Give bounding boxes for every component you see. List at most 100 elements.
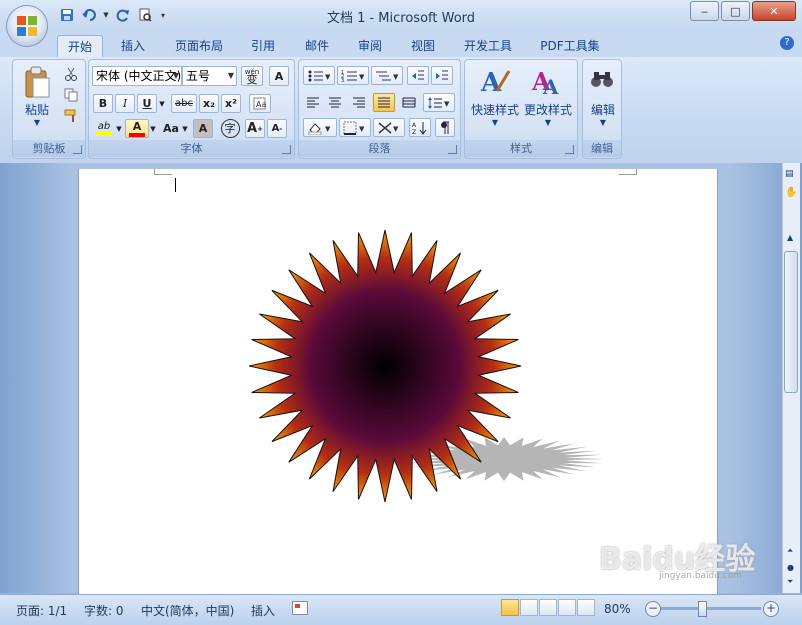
borders-icon[interactable]: ▼ <box>339 118 371 137</box>
pan-hand-icon[interactable]: ✋ <box>785 187 797 198</box>
justify-icon[interactable] <box>373 93 395 112</box>
change-styles-icon[interactable]: AA <box>531 64 563 98</box>
format-painter-icon[interactable] <box>61 106 81 125</box>
chinese-layout-icon[interactable]: ▼ <box>373 118 405 137</box>
italic-button[interactable]: I <box>115 94 135 113</box>
underline-dropdown-icon[interactable]: ▼ <box>157 94 167 113</box>
change-styles-button[interactable]: 更改样式 <box>521 101 575 118</box>
clear-formatting-icon[interactable]: Aa <box>249 94 271 113</box>
ruler-toggle-icon[interactable]: ▤ <box>785 169 794 179</box>
cut-icon[interactable] <box>61 64 81 83</box>
starburst-shape[interactable] <box>249 229 669 529</box>
font-dialog-launcher[interactable] <box>282 145 291 154</box>
font-color-label: A <box>132 119 142 133</box>
macro-record-icon[interactable] <box>292 601 308 615</box>
change-case-button[interactable]: Aa <box>159 119 183 138</box>
status-insert-mode[interactable]: 插入 <box>251 602 275 619</box>
svg-text:Aa: Aa <box>256 100 266 109</box>
paste-icon[interactable] <box>21 64 51 100</box>
tab-mailings[interactable]: 邮件 <box>294 35 340 57</box>
scroll-up-icon[interactable]: ▲ <box>787 233 793 242</box>
quick-styles-dropdown-icon[interactable]: ▼ <box>469 118 521 127</box>
tab-references[interactable]: 引用 <box>242 35 284 57</box>
font-size-combo[interactable]: 五号 ▼ <box>182 66 237 86</box>
maximize-button[interactable]: □ <box>721 1 750 21</box>
shrink-font-button[interactable]: A- <box>267 119 287 138</box>
status-language[interactable]: 中文(简体，中国) <box>141 602 234 619</box>
numbering-icon[interactable]: 1 2 3 ▼ <box>337 66 369 85</box>
align-left-icon[interactable] <box>303 93 323 112</box>
font-color-button[interactable]: A <box>125 119 149 138</box>
scrollbar-thumb[interactable] <box>784 251 798 393</box>
bold-button[interactable]: B <box>93 94 113 113</box>
sort-icon[interactable]: AZ <box>409 118 431 137</box>
align-right-icon[interactable] <box>349 93 369 112</box>
clipboard-dialog-launcher[interactable] <box>73 145 82 154</box>
help-icon[interactable]: ? <box>780 36 794 50</box>
highlight-dropdown-icon[interactable]: ▼ <box>115 119 123 138</box>
text-highlight-button[interactable]: ab <box>93 119 115 138</box>
document-page[interactable]: Baidu经验 jingyan.baidu.com <box>78 169 755 599</box>
strikethrough-button[interactable]: abc <box>171 94 197 113</box>
paragraph-dialog-launcher[interactable] <box>448 145 457 154</box>
superscript-button[interactable]: x² <box>221 94 241 113</box>
font-name-dropdown-icon[interactable]: ▼ <box>173 67 179 85</box>
draft-view-icon[interactable] <box>577 599 595 616</box>
close-button[interactable]: ✕ <box>752 1 796 21</box>
tab-home[interactable]: 开始 <box>57 35 103 58</box>
tab-view[interactable]: 视图 <box>401 35 445 57</box>
grow-font-button[interactable]: A + <box>245 119 265 138</box>
editing-button[interactable]: 编辑 <box>583 101 623 118</box>
decrease-indent-icon[interactable] <box>407 66 429 85</box>
binoculars-icon[interactable] <box>588 64 616 94</box>
minimize-button[interactable]: ‒ <box>690 1 719 21</box>
outline-view-icon[interactable] <box>558 599 576 616</box>
copy-icon[interactable] <box>61 85 81 104</box>
paste-dropdown-icon[interactable]: ▼ <box>19 118 55 127</box>
vertical-scrollbar[interactable]: ▤ ✋ ▲ ⏶ ● ⏷ <box>782 163 800 593</box>
bullets-icon[interactable]: ▼ <box>303 66 335 85</box>
tab-developer[interactable]: 开发工具 <box>455 35 521 57</box>
zoom-level[interactable]: 80% <box>604 602 631 616</box>
multilevel-list-icon[interactable]: ▼ <box>371 66 403 85</box>
distributed-icon[interactable] <box>399 93 419 112</box>
character-shading-button[interactable]: A <box>193 119 213 138</box>
zoom-slider-track[interactable] <box>661 607 761 610</box>
editing-dropdown-icon[interactable]: ▼ <box>583 118 623 127</box>
show-marks-icon[interactable] <box>435 118 455 137</box>
styles-dialog-launcher[interactable] <box>565 145 574 154</box>
shading-icon[interactable]: ▼ <box>303 118 337 137</box>
zoom-slider-knob[interactable] <box>698 601 707 617</box>
next-page-icon[interactable]: ⏷ <box>787 577 793 587</box>
font-name-combo[interactable]: 宋体 (中文正文) ▼ <box>92 66 182 86</box>
web-layout-icon[interactable] <box>539 599 557 616</box>
change-styles-dropdown-icon[interactable]: ▼ <box>521 118 575 127</box>
character-border-button[interactable]: A <box>269 66 289 86</box>
font-size-dropdown-icon[interactable]: ▼ <box>228 67 234 85</box>
tab-pdf-tools[interactable]: PDF工具集 <box>530 35 610 57</box>
align-center-icon[interactable] <box>325 93 345 112</box>
full-screen-reading-icon[interactable] <box>520 599 538 616</box>
browse-object-icon[interactable]: ● <box>787 563 794 572</box>
change-case-dropdown-icon[interactable]: ▼ <box>181 119 189 138</box>
office-button[interactable] <box>7 6 47 46</box>
tab-insert[interactable]: 插入 <box>110 35 156 57</box>
font-color-dropdown-icon[interactable]: ▼ <box>149 119 157 138</box>
tab-page-layout[interactable]: 页面布局 <box>166 35 232 57</box>
zoom-out-icon[interactable]: − <box>645 601 661 617</box>
paste-button[interactable]: 粘贴 <box>19 101 55 118</box>
status-word-count[interactable]: 字数: 0 <box>84 602 124 619</box>
quick-styles-button[interactable]: 快速样式 <box>469 101 521 118</box>
status-page[interactable]: 页面: 1/1 <box>16 602 67 619</box>
print-layout-view-icon[interactable] <box>501 599 519 616</box>
zoom-in-icon[interactable]: + <box>763 601 779 617</box>
subscript-button[interactable]: x₂ <box>199 94 219 113</box>
line-spacing-icon[interactable]: ▼ <box>423 93 455 112</box>
quick-styles-icon[interactable]: A <box>479 64 511 98</box>
enclose-characters-button[interactable]: 字 <box>219 118 241 139</box>
phonetic-guide-button[interactable]: wén 变 <box>241 66 263 86</box>
increase-indent-icon[interactable] <box>431 66 453 85</box>
tab-review[interactable]: 审阅 <box>348 35 392 57</box>
underline-button[interactable]: U <box>137 94 157 113</box>
previous-page-icon[interactable]: ⏶ <box>787 546 793 556</box>
